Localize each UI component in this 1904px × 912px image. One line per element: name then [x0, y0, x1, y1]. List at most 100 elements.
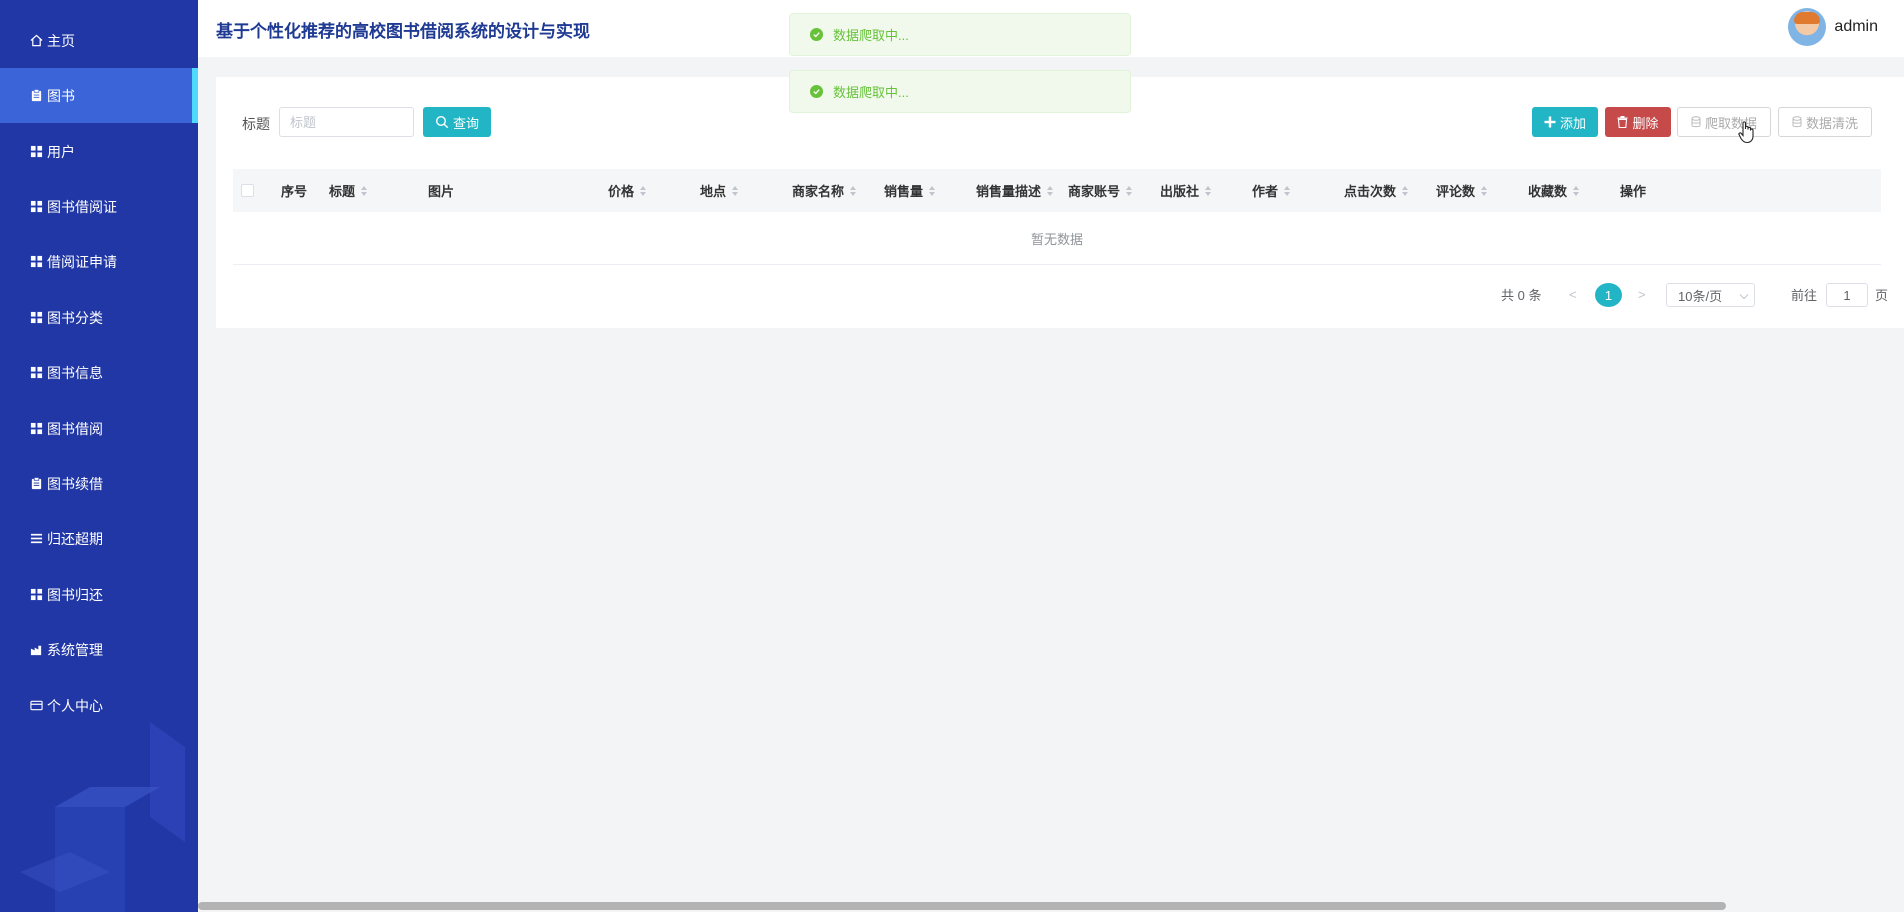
sort-icon[interactable] — [1126, 185, 1133, 196]
sidebar-item-label: 用户 — [47, 143, 75, 160]
toast-notification: 数据爬取中... — [789, 13, 1131, 56]
sidebar-item-label: 图书信息 — [47, 364, 103, 381]
sidebar-item-overdue[interactable]: 归还超期 — [0, 511, 198, 566]
settings-icon — [30, 643, 43, 656]
pagination-goto-label: 前往 — [1791, 287, 1818, 303]
clipboard-icon — [30, 89, 43, 102]
sidebar-decoration — [20, 722, 185, 912]
sidebar-item-books[interactable]: 图书 — [0, 68, 198, 123]
crawl-data-button[interactable]: 爬取数据 — [1677, 107, 1771, 137]
sidebar-item-label: 图书归还 — [47, 586, 103, 603]
sidebar-item-book-info[interactable]: 图书信息 — [0, 345, 198, 400]
sidebar-item-label: 系统管理 — [47, 641, 103, 658]
sidebar-item-label: 主页 — [47, 32, 75, 49]
grid-icon — [30, 145, 43, 158]
database-icon — [1691, 116, 1701, 128]
toast-text: 数据爬取中... — [833, 85, 909, 100]
pagination-prev-button[interactable]: < — [1569, 282, 1577, 306]
column-header[interactable]: 标题 — [329, 169, 368, 212]
sidebar-item-card-application[interactable]: 借阅证申请 — [0, 234, 198, 289]
clean-data-button[interactable]: 数据清洗 — [1778, 107, 1872, 137]
toast-notification: 数据爬取中... — [789, 70, 1131, 113]
query-button[interactable]: 查询 — [423, 107, 491, 137]
grid-icon — [30, 422, 43, 435]
sidebar-item-system[interactable]: 系统管理 — [0, 622, 198, 677]
sidebar-item-label: 图书借阅证 — [47, 198, 117, 215]
sidebar-item-book-return[interactable]: 图书归还 — [0, 567, 198, 622]
column-header: 图片 — [428, 184, 455, 199]
username: admin — [1834, 18, 1878, 35]
sort-icon[interactable] — [1573, 185, 1580, 196]
pagination-page-1[interactable]: 1 — [1595, 283, 1622, 307]
column-header[interactable]: 评论数 — [1436, 169, 1488, 212]
query-button-label: 查询 — [452, 115, 479, 131]
column-header[interactable]: 价格 — [608, 169, 647, 212]
database-icon — [1792, 116, 1802, 128]
column-header[interactable]: 作者 — [1252, 169, 1291, 212]
search-input[interactable] — [279, 107, 414, 137]
sort-icon[interactable] — [1047, 185, 1054, 196]
plus-icon — [1544, 116, 1556, 128]
clean-data-button-label: 数据清洗 — [1805, 115, 1858, 131]
clipboard-icon — [30, 477, 43, 490]
sort-icon[interactable] — [732, 185, 739, 196]
sort-icon[interactable] — [929, 185, 936, 196]
avatar[interactable] — [1788, 8, 1827, 46]
page-size-value: 10条/页 — [1678, 288, 1723, 304]
add-button[interactable]: 添加 — [1532, 107, 1598, 137]
delete-button-label: 删除 — [1632, 115, 1659, 131]
sidebar: 主页 图书 用户 图书借阅证 借阅证申请 图书分类 图书信息 图书借阅 图书续借… — [0, 0, 198, 912]
app-title: 基于个性化推荐的高校图书借阅系统的设计与实现 — [216, 22, 590, 41]
column-header[interactable]: 出版社 — [1160, 169, 1212, 212]
sidebar-item-book-renew[interactable]: 图书续借 — [0, 456, 198, 511]
select-all-checkbox[interactable] — [241, 184, 254, 197]
pagination-total: 共 0 条 — [1501, 287, 1542, 303]
column-header: 操作 — [1620, 184, 1647, 199]
sort-icon[interactable] — [1205, 185, 1212, 196]
grid-icon — [30, 588, 43, 601]
pagination-goto-input[interactable] — [1826, 283, 1868, 307]
page-size-select[interactable]: 10条/页 — [1666, 283, 1755, 307]
success-icon — [810, 28, 823, 41]
sort-icon[interactable] — [1284, 185, 1291, 196]
sidebar-item-book-borrow[interactable]: 图书借阅 — [0, 401, 198, 456]
sidebar-item-label: 图书分类 — [47, 309, 103, 326]
hand-cursor-icon — [1738, 121, 1754, 144]
sort-icon[interactable] — [1402, 185, 1409, 196]
sidebar-item-home[interactable]: 主页 — [0, 13, 198, 68]
sort-icon[interactable] — [1481, 185, 1488, 196]
horizontal-scrollbar[interactable] — [198, 900, 1904, 912]
sidebar-item-label: 借阅证申请 — [47, 253, 117, 270]
chevron-down-icon — [1739, 290, 1749, 300]
table-header: 序号 标题 图片 价格 地点 商家名称 销售量 销售量描述 商家账号 出版社 作… — [233, 169, 1881, 212]
scrollbar-thumb[interactable] — [198, 902, 1726, 910]
column-header: 序号 — [281, 184, 308, 199]
home-icon — [30, 34, 43, 47]
sidebar-item-book-category[interactable]: 图书分类 — [0, 290, 198, 345]
sort-icon[interactable] — [361, 185, 368, 196]
delete-button[interactable]: 删除 — [1605, 107, 1671, 137]
empty-state: 暂无数据 — [1030, 232, 1083, 247]
column-header[interactable]: 地点 — [700, 169, 739, 212]
success-icon — [810, 85, 823, 98]
pagination-next-button[interactable]: > — [1638, 282, 1646, 306]
card-icon — [30, 699, 43, 712]
sort-icon[interactable] — [850, 185, 857, 196]
column-header[interactable]: 点击次数 — [1344, 169, 1409, 212]
user-menu[interactable]: admin — [1788, 8, 1878, 46]
data-table: 序号 标题 图片 价格 地点 商家名称 销售量 销售量描述 商家账号 出版社 作… — [233, 169, 1881, 265]
sidebar-item-library-card[interactable]: 图书借阅证 — [0, 179, 198, 234]
sort-icon[interactable] — [640, 185, 647, 196]
column-header[interactable]: 销售量描述 — [976, 169, 1054, 212]
add-button-label: 添加 — [1559, 115, 1586, 131]
sidebar-item-profile[interactable]: 个人中心 — [0, 678, 198, 733]
sidebar-item-users[interactable]: 用户 — [0, 124, 198, 179]
column-header[interactable]: 商家账号 — [1068, 169, 1133, 212]
column-header[interactable]: 销售量 — [884, 169, 936, 212]
sidebar-item-label: 归还超期 — [47, 530, 103, 547]
sidebar-item-label: 图书 — [47, 87, 75, 104]
column-header[interactable]: 商家名称 — [792, 169, 857, 212]
column-header[interactable]: 收藏数 — [1528, 169, 1580, 212]
grid-icon — [30, 255, 43, 268]
search-icon — [435, 115, 449, 129]
